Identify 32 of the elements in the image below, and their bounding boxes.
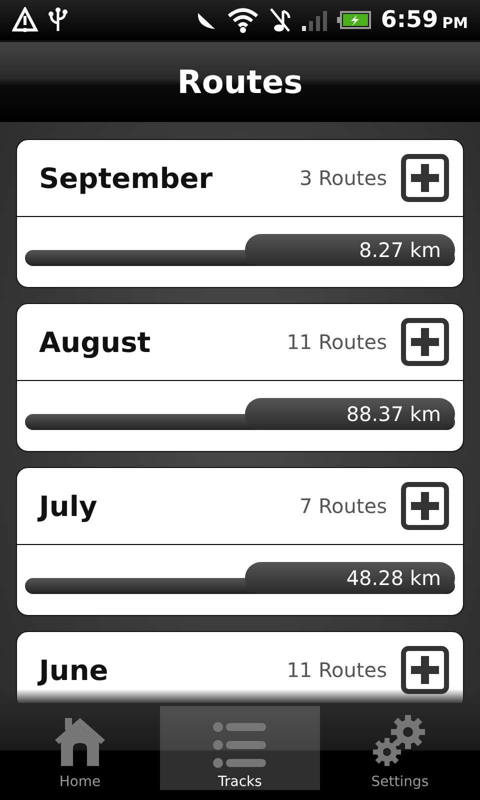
- month-name: September: [39, 162, 214, 194]
- route-count: 7 Routes: [299, 494, 387, 518]
- month-card[interactable]: July 7 Routes 48.28 km: [16, 467, 464, 616]
- clock-period: PM: [442, 14, 468, 32]
- screen-title: Routes: [177, 63, 303, 101]
- distance-value: 88.37 km: [346, 402, 441, 426]
- add-icon[interactable]: [401, 154, 449, 202]
- route-count: 3 Routes: [299, 166, 387, 190]
- add-icon[interactable]: [401, 646, 449, 694]
- battery-charging-icon: [336, 10, 371, 30]
- tab[interactable]: Home: [0, 706, 160, 800]
- month-card[interactable]: August 11 Routes 88.37 km: [16, 303, 464, 452]
- distance-value: 8.27 km: [359, 238, 441, 262]
- signal-icon: [300, 9, 327, 31]
- add-icon[interactable]: [401, 482, 449, 530]
- muted-music-icon: [268, 7, 291, 33]
- month-name: August: [39, 326, 152, 358]
- add-icon[interactable]: [401, 318, 449, 366]
- month-card[interactable]: June 11 Routes: [16, 631, 464, 703]
- tab[interactable]: Settings: [320, 706, 480, 800]
- month-name: July: [39, 490, 98, 522]
- tab[interactable]: Tracks: [160, 706, 320, 790]
- distance-value: 48.28 km: [346, 566, 441, 590]
- clock-time: 6:59: [380, 7, 438, 33]
- route-count: 11 Routes: [286, 658, 387, 682]
- route-count: 11 Routes: [286, 330, 387, 354]
- warning-icon: [12, 7, 38, 33]
- list-icon: [213, 722, 267, 768]
- month-name: June: [39, 654, 110, 686]
- wifi-icon: [226, 7, 259, 33]
- month-card[interactable]: September 3 Routes 8.27 km: [16, 139, 464, 288]
- usb-icon: [48, 7, 68, 33]
